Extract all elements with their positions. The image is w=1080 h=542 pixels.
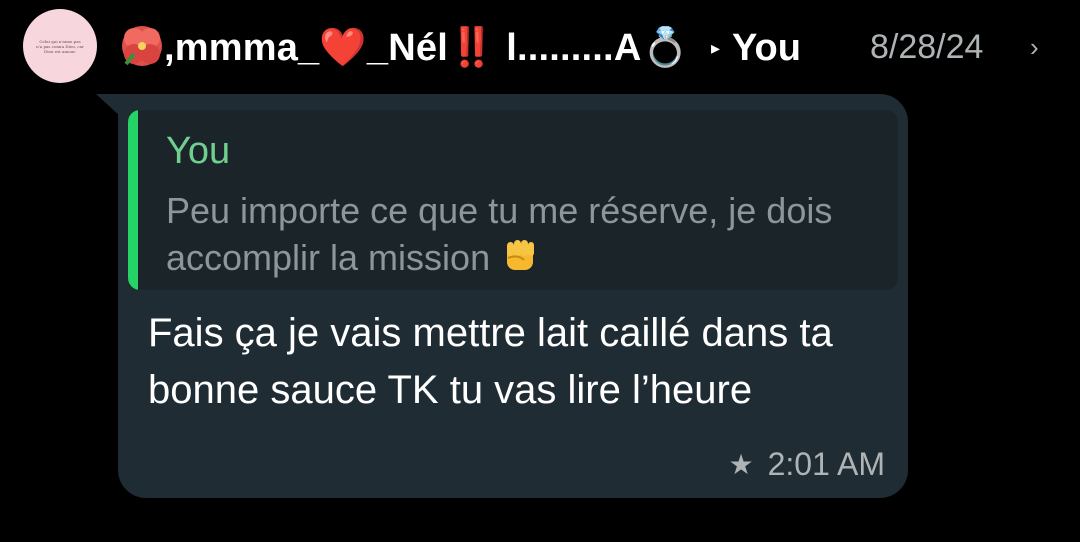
quoted-author: You [166,130,231,172]
quoted-message[interactable]: You Peu importe ce que tu me réserve, je… [128,110,898,290]
star-icon: ★ [728,449,754,480]
bubble-tail [96,94,120,116]
avatar-text: Celui qui n'aime pas n'a pas connu Dieu,… [36,38,84,54]
hibiscus-icon [120,24,164,73]
message-text: Fais ça je vais mettre lait caillé dans … [148,311,833,412]
quote-accent-bar [128,110,138,290]
chevron-right-icon[interactable]: › [1030,32,1039,63]
avatar[interactable]: Celui qui n'aime pas n'a pas connu Dieu,… [23,9,97,83]
chat-screen: Celui qui n'aime pas n'a pas connu Dieu,… [0,0,1080,542]
recipient-name: You [732,26,801,69]
message-date: 8/28/24 [870,28,984,66]
raised-fist-icon [500,236,540,276]
sender-name[interactable]: ,mmma_❤️_Nél‼️ l.........A💍 [164,26,689,70]
right-triangle-arrow-icon: ▸ [710,37,721,58]
message-meta: ★ 2:01 AM [728,446,885,483]
message-time: 2:01 AM [767,446,885,482]
quoted-text-container: Peu importe ce que tu me réserve, je doi… [166,187,866,281]
